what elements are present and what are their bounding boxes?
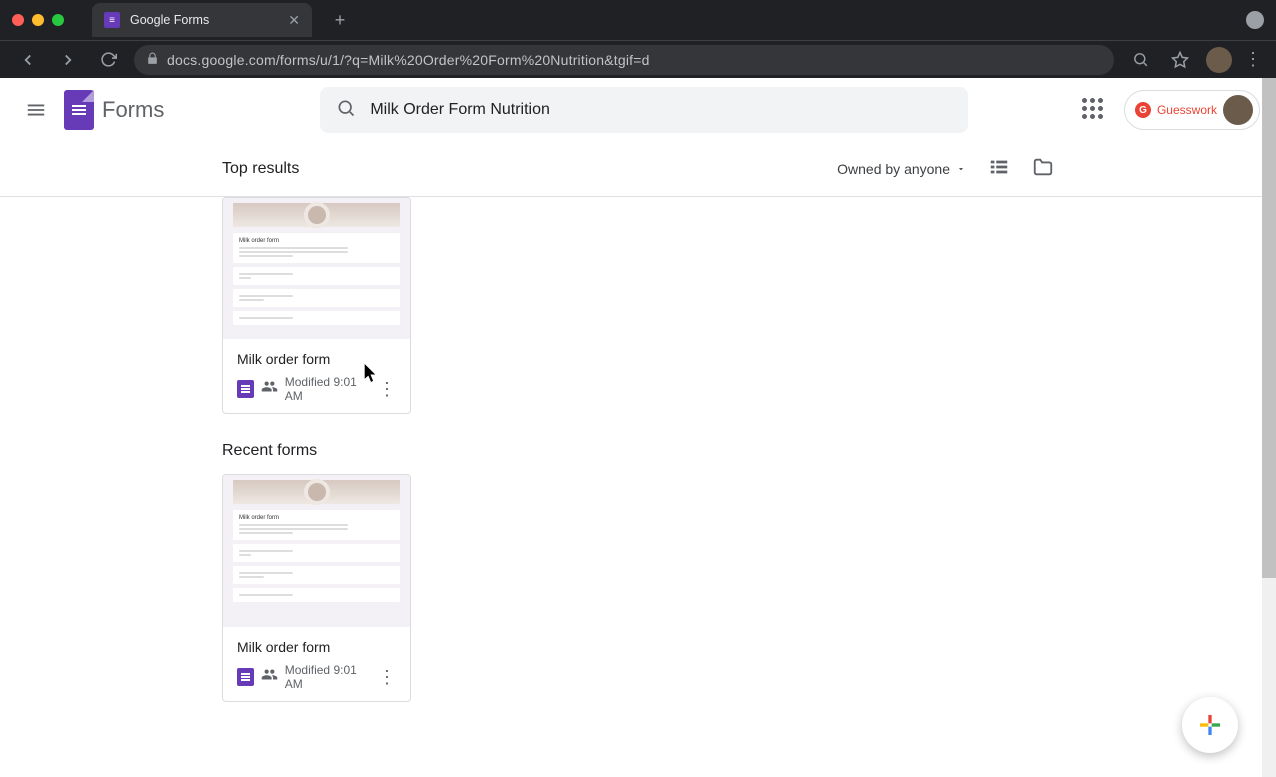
results-toolbar: Top results Owned by anyone bbox=[0, 142, 1276, 196]
scrollbar-thumb[interactable] bbox=[1262, 78, 1276, 578]
guesswork-label: Guesswork bbox=[1157, 103, 1217, 117]
tab-favicon: ≡ bbox=[104, 12, 120, 28]
forward-button[interactable] bbox=[54, 46, 82, 74]
address-bar[interactable]: docs.google.com/forms/u/1/?q=Milk%20Orde… bbox=[134, 45, 1114, 75]
shared-icon bbox=[261, 378, 278, 400]
reload-button[interactable] bbox=[94, 46, 122, 74]
account-avatar bbox=[1223, 95, 1253, 125]
owner-filter-label: Owned by anyone bbox=[837, 161, 950, 177]
new-tab-button[interactable]: + bbox=[326, 6, 354, 34]
form-card-meta: Modified 9:01 AM bbox=[285, 663, 371, 691]
form-card-top-result[interactable]: Milk order form Milk order form Modified… bbox=[222, 197, 411, 414]
shared-icon bbox=[261, 666, 278, 688]
guesswork-badge-icon: G bbox=[1135, 102, 1151, 118]
thumb-form-title: Milk order form bbox=[239, 515, 279, 521]
form-thumbnail: Milk order form bbox=[223, 475, 410, 627]
thumb-form-title: Milk order form bbox=[239, 238, 279, 244]
back-button[interactable] bbox=[14, 46, 42, 74]
tab-strip: ≡ Google Forms ✕ + bbox=[0, 0, 1276, 40]
tab-close-button[interactable]: ✕ bbox=[288, 12, 300, 29]
browser-tab[interactable]: ≡ Google Forms ✕ bbox=[92, 3, 312, 37]
maximize-window-button[interactable] bbox=[52, 14, 64, 26]
google-apps-button[interactable] bbox=[1082, 98, 1106, 122]
brand-name: Forms bbox=[102, 97, 164, 123]
zoom-icon[interactable] bbox=[1126, 46, 1154, 74]
top-results-heading: Top results bbox=[222, 160, 299, 178]
minimize-window-button[interactable] bbox=[32, 14, 44, 26]
chrome-menu-button[interactable]: ⋮ bbox=[1244, 49, 1262, 70]
account-switcher[interactable]: G Guesswork bbox=[1124, 90, 1260, 130]
forms-file-icon bbox=[237, 668, 254, 686]
browser-toolbar: docs.google.com/forms/u/1/?q=Milk%20Orde… bbox=[0, 40, 1276, 78]
card-more-button[interactable]: ⋮ bbox=[378, 380, 396, 398]
window-controls bbox=[12, 14, 64, 26]
form-card-recent[interactable]: Milk order form Milk order form Modified… bbox=[222, 474, 411, 702]
recent-forms-heading: Recent forms bbox=[222, 442, 1054, 460]
form-card-title: Milk order form bbox=[237, 351, 396, 367]
list-view-toggle[interactable] bbox=[988, 156, 1010, 183]
search-icon bbox=[336, 98, 356, 123]
open-folder-button[interactable] bbox=[1032, 156, 1054, 183]
search-bar[interactable] bbox=[320, 87, 968, 133]
search-input[interactable] bbox=[370, 101, 952, 119]
bookmark-icon[interactable] bbox=[1166, 46, 1194, 74]
app-header: Forms G Guesswork bbox=[0, 78, 1276, 142]
forms-file-icon bbox=[237, 380, 254, 398]
lock-icon bbox=[146, 52, 159, 68]
address-url: docs.google.com/forms/u/1/?q=Milk%20Orde… bbox=[167, 52, 650, 68]
chevron-down-icon bbox=[956, 164, 966, 174]
form-card-title: Milk order form bbox=[237, 639, 396, 655]
brand[interactable]: Forms bbox=[64, 90, 164, 130]
owner-filter[interactable]: Owned by anyone bbox=[837, 161, 966, 177]
forms-logo-icon bbox=[64, 90, 94, 130]
form-card-meta: Modified 9:01 AM bbox=[285, 375, 371, 403]
create-new-fab[interactable] bbox=[1182, 697, 1238, 753]
card-more-button[interactable]: ⋮ bbox=[378, 668, 396, 686]
form-thumbnail: Milk order form bbox=[223, 198, 410, 339]
close-window-button[interactable] bbox=[12, 14, 24, 26]
scrollbar[interactable] bbox=[1262, 78, 1276, 777]
main-menu-button[interactable] bbox=[16, 90, 56, 130]
browser-chrome: ≡ Google Forms ✕ + docs.google.com/forms… bbox=[0, 0, 1276, 78]
chrome-profile-dot[interactable] bbox=[1246, 11, 1264, 29]
tab-title: Google Forms bbox=[130, 13, 278, 27]
chrome-account-avatar[interactable] bbox=[1206, 47, 1232, 73]
content-area: Milk order form Milk order form Modified… bbox=[0, 197, 1276, 742]
